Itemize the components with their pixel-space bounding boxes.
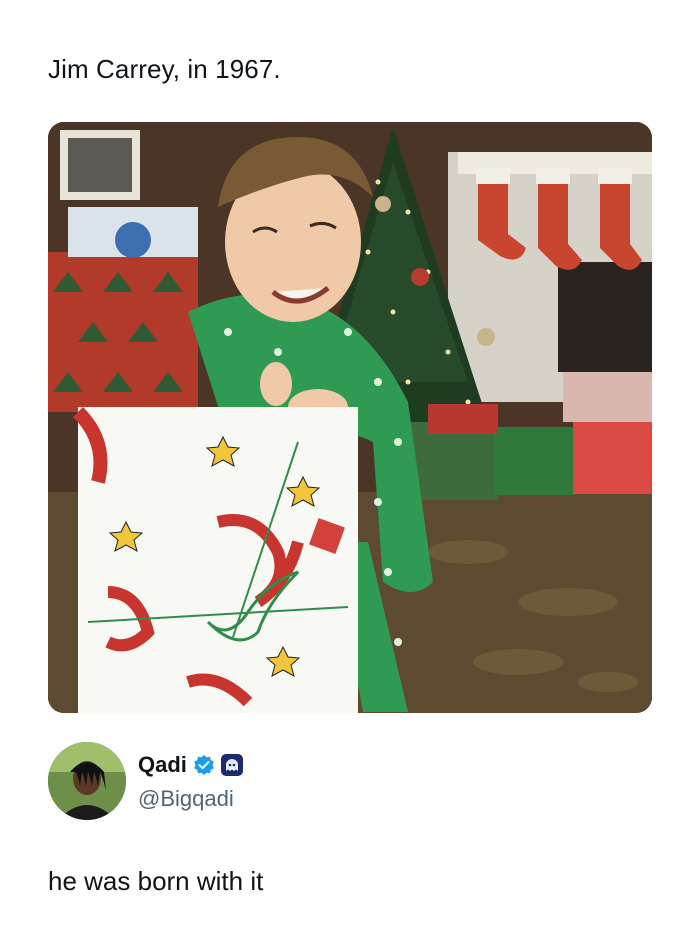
post-photo[interactable] bbox=[48, 122, 652, 713]
verified-badge-icon bbox=[194, 755, 214, 775]
author-name-row: Qadi bbox=[138, 752, 243, 778]
avatar-image bbox=[48, 742, 126, 820]
author-handle[interactable]: @Bigqadi bbox=[138, 786, 234, 812]
post-screenshot: Jim Carrey, in 1967. Qadi @Bigqadi he wa… bbox=[0, 0, 700, 933]
photo-image bbox=[48, 122, 652, 713]
author-row: Qadi @Bigqadi bbox=[48, 742, 652, 822]
avatar[interactable] bbox=[48, 742, 126, 820]
reply-text: he was born with it bbox=[48, 866, 264, 896]
post-caption: Jim Carrey, in 1967. bbox=[48, 54, 281, 84]
ghost-icon bbox=[225, 759, 238, 771]
affiliate-badge-icon bbox=[220, 754, 243, 776]
author-display-name[interactable]: Qadi bbox=[138, 752, 187, 778]
